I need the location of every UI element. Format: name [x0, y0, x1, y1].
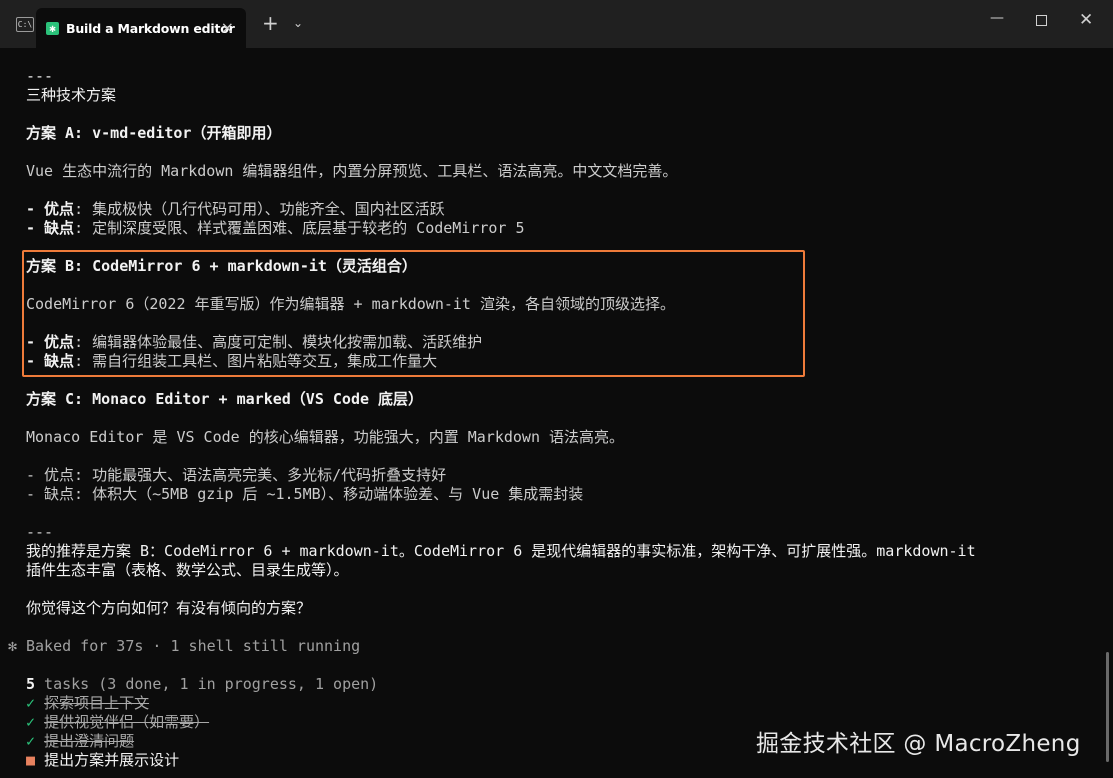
task-label: 探索项目上下文 [44, 694, 150, 712]
tasks-count: 5 [26, 675, 36, 693]
new-tab-button[interactable]: + [262, 13, 279, 33]
pro-label: - 优点 [26, 200, 75, 218]
task-label: 提供视觉伴侣（如需要） [44, 713, 210, 731]
scrollbar[interactable] [1106, 652, 1109, 762]
task-item: ✓ 提出澄清问题 [26, 732, 134, 751]
option-b-highlight-box [22, 250, 805, 377]
option-c-con: - 缺点: 体积大（~5MB gzip 后 ~1.5MB）、移动端体验差、与 V… [26, 485, 584, 503]
option-c-title: 方案 C: Monaco Editor + marked（VS Code 底层） [26, 390, 424, 408]
option-a-title: 方案 A: v-md-editor（开箱即用） [26, 124, 282, 142]
con-text: : 定制深度受限、样式覆盖困难、底层基于较老的 CodeMirror 5 [74, 219, 525, 237]
option-c-desc: Monaco Editor 是 VS Code 的核心编辑器，功能强大，内置 M… [26, 428, 625, 446]
task-item: ■ 提出方案并展示设计 [26, 751, 179, 770]
separator: --- [26, 67, 54, 85]
task-item: ✓ 探索项目上下文 [26, 694, 149, 713]
claude-asterisk-icon: ✱ [46, 21, 59, 35]
recommendation-line-1: 我的推荐是方案 B：CodeMirror 6 + markdown-it。Cod… [26, 542, 976, 560]
tasks-summary: 5 tasks (3 done, 1 in progress, 1 open) [26, 675, 378, 694]
maximize-button[interactable] [1036, 15, 1047, 26]
separator: --- [26, 523, 54, 541]
question: 你觉得这个方向如何？有没有倾向的方案？ [26, 599, 312, 617]
minimize-button[interactable]: — [990, 10, 1004, 26]
status-line: Baked for 37s · 1 shell still running [26, 637, 361, 655]
in-progress-square-icon: ■ [26, 751, 36, 769]
recommendation-line-2: 插件生态丰富（表格、数学公式、目录生成等）。 [26, 561, 349, 579]
option-a-con: - 缺点: 定制深度受限、样式覆盖困难、底层基于较老的 CodeMirror 5 [26, 219, 525, 238]
title-bar: C:\ ✱ Build a Markdown editor × + ⌄ — ✕ [0, 0, 1113, 48]
check-icon: ✓ [26, 694, 36, 712]
option-a-pro: - 优点: 集成极快（几行代码可用）、功能齐全、国内社区活跃 [26, 200, 445, 219]
tab-close-icon[interactable]: × [221, 20, 234, 36]
option-c-pro: - 优点: 功能最强大、语法高亮完美、多光标/代码折叠支持好 [26, 466, 447, 484]
tab-build-markdown-editor[interactable]: ✱ Build a Markdown editor × [36, 8, 246, 48]
option-a-desc: Vue 生态中流行的 Markdown 编辑器组件，内置分屏预览、工具栏、语法高… [26, 162, 678, 180]
spinner-icon: ✻ [8, 637, 18, 655]
tasks-summary-text: tasks (3 done, 1 in progress, 1 open) [35, 675, 379, 693]
task-label: 提出方案并展示设计 [44, 751, 180, 769]
terminal-app-icon[interactable]: C:\ [16, 16, 34, 32]
task-label: 提出澄清问题 [44, 732, 135, 750]
con-label: - 缺点 [26, 219, 75, 237]
terminal-output[interactable]: --- 三种技术方案 方案 A: v-md-editor（开箱即用） Vue 生… [0, 48, 1113, 778]
task-item: ✓ 提供视觉伴侣（如需要） [26, 713, 209, 732]
section-heading: 三种技术方案 [26, 86, 117, 104]
tab-title: Build a Markdown editor [66, 20, 235, 36]
pro-text: : 集成极快（几行代码可用）、功能齐全、国内社区活跃 [74, 200, 445, 218]
check-icon: ✓ [26, 713, 36, 731]
watermark: 掘金技术社区 @ MacroZheng [756, 731, 1081, 757]
check-icon: ✓ [26, 732, 36, 750]
close-window-button[interactable]: ✕ [1079, 10, 1093, 30]
tab-dropdown-icon[interactable]: ⌄ [293, 16, 303, 30]
